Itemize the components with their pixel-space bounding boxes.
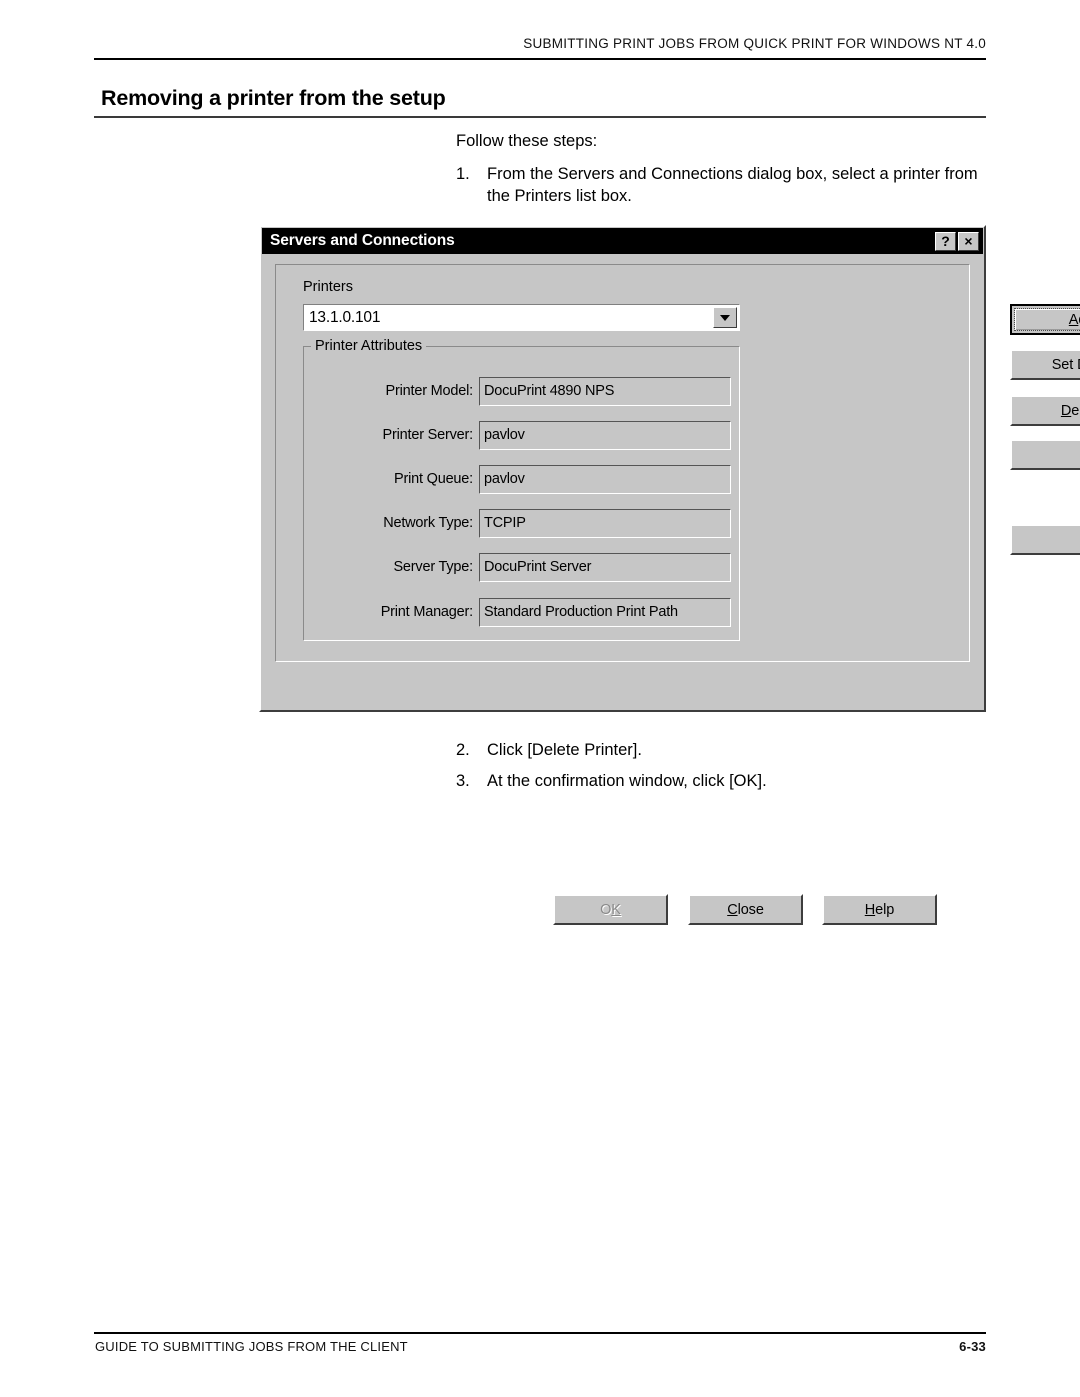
- page-running-header: SUBMITTING PRINT JOBS FROM QUICK PRINT F…: [523, 36, 986, 51]
- table-row: Print Manager: Standard Production Print…: [316, 597, 731, 627]
- help-label-post: elp: [875, 901, 895, 918]
- setup-button[interactable]: Setup...: [1010, 439, 1080, 470]
- attr-value-printer-model[interactable]: DocuPrint 4890 NPS: [479, 376, 731, 406]
- ok-label-pre: O: [600, 901, 612, 918]
- step-text: From the Servers and Connections dialog …: [487, 165, 978, 205]
- printers-combobox-value: 13.1.0.101: [309, 308, 381, 326]
- title-rule: [94, 116, 986, 118]
- printers-label: Printers: [303, 279, 353, 295]
- table-row: Network Type: TCPIP: [316, 508, 731, 538]
- attr-label-printer-server: Printer Server:: [382, 427, 474, 443]
- attr-value-print-queue[interactable]: pavlov: [479, 464, 731, 494]
- step-text: At the confirmation window, click [OK].: [487, 772, 767, 790]
- printer-attributes-legend: Printer Attributes: [311, 338, 427, 354]
- delete-printer-label-post: elete Printer...: [1071, 402, 1080, 419]
- list-item: 1. From the Servers and Connections dial…: [456, 163, 986, 207]
- attr-label-server-type: Server Type:: [393, 559, 473, 575]
- set-default-printer-button[interactable]: Set Default Printer: [1010, 349, 1080, 380]
- titlebar-button-group: ? ×: [935, 231, 983, 251]
- table-row: Printer Model: DocuPrint 4890 NPS: [316, 376, 731, 406]
- attr-label-print-manager: Print Manager:: [380, 604, 474, 620]
- step-number: 3.: [456, 772, 470, 790]
- servers-and-connections-dialog: Servers and Connections ? × Printers 13.…: [259, 225, 1080, 925]
- close-x-icon[interactable]: ×: [958, 231, 979, 251]
- step-text: Click [Delete Printer].: [487, 741, 642, 759]
- dialog-title: Servers and Connections: [270, 232, 455, 249]
- footer-page-number: 6-33: [959, 1339, 986, 1354]
- ok-accel: K: [611, 901, 621, 918]
- attr-value-network-type[interactable]: TCPIP: [479, 508, 731, 538]
- footer-rule: [94, 1332, 986, 1334]
- intro-text: Follow these steps:: [456, 132, 598, 150]
- table-row: Server Type: DocuPrint Server: [316, 552, 731, 582]
- step-number: 1.: [456, 165, 470, 183]
- attr-label-printer-model: Printer Model:: [385, 383, 474, 399]
- table-row: Printer Server: pavlov: [316, 420, 731, 450]
- attr-label-network-type: Network Type:: [383, 515, 473, 531]
- help-button[interactable]: Help: [822, 894, 937, 925]
- close-accel: C: [727, 901, 738, 918]
- list-item: 3. At the confirmation window, click [OK…: [456, 770, 986, 792]
- chevron-down-icon[interactable]: [713, 307, 737, 328]
- printers-combobox[interactable]: 13.1.0.101: [303, 304, 740, 331]
- attr-value-printer-server[interactable]: pavlov: [479, 420, 731, 450]
- steps-list-top: 1. From the Servers and Connections dial…: [456, 163, 986, 216]
- attr-value-server-type[interactable]: DocuPrint Server: [479, 552, 731, 582]
- steps-list-bottom: 2. Click [Delete Printer]. 3. At the con…: [456, 739, 986, 801]
- page-title: Removing a printer from the setup: [101, 86, 446, 110]
- ok-button: OK: [553, 894, 668, 925]
- step-number: 2.: [456, 741, 470, 759]
- add-printer-accel: A: [1068, 311, 1079, 328]
- close-label-post: lose: [737, 901, 764, 918]
- status-button: Status...: [1010, 524, 1080, 555]
- dialog-titlebar[interactable]: Servers and Connections ? ×: [262, 228, 983, 254]
- attr-label-print-queue: Print Queue:: [393, 471, 473, 487]
- close-button[interactable]: Close: [688, 894, 803, 925]
- help-accel: H: [864, 901, 876, 918]
- table-row: Print Queue: pavlov: [316, 464, 731, 494]
- list-item: 2. Click [Delete Printer].: [456, 739, 986, 761]
- delete-printer-button[interactable]: Delete Printer...: [1010, 395, 1080, 426]
- delete-printer-accel: D: [1060, 402, 1072, 419]
- set-default-label-pre: Set De: [1051, 356, 1080, 373]
- header-rule: [94, 58, 986, 60]
- attr-value-print-manager[interactable]: Standard Production Print Path: [479, 597, 731, 627]
- help-question-icon[interactable]: ?: [935, 231, 956, 251]
- add-printer-button[interactable]: Add Printer...: [1010, 304, 1080, 335]
